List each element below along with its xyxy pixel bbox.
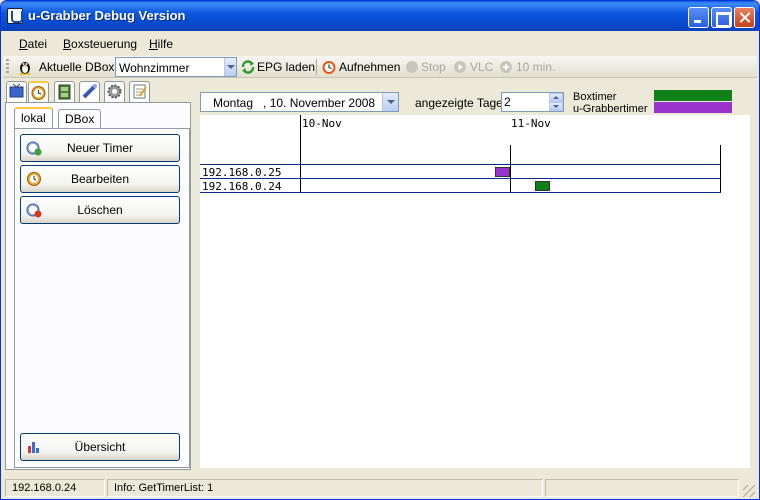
plus-icon [500, 61, 512, 73]
bar-chart-icon [28, 442, 39, 453]
local-timer-panel: Neuer Timer Bearbeiten Löschen Übersicht [14, 128, 190, 468]
day-header-10-nov: 10-Nov [302, 117, 342, 130]
timer-timeline[interactable]: 10-Nov 11-Nov 192.168.0.25 192.168.0.24 [200, 115, 750, 468]
toolbar-grip[interactable] [6, 59, 9, 75]
gear-icon [107, 84, 122, 99]
epg-load-button[interactable]: EPG laden [257, 60, 315, 74]
status-extra [545, 479, 739, 497]
days-shown-stepper[interactable]: 2 [501, 92, 564, 112]
legend-ugrabbertimer-label: u-Grabbertimer [573, 103, 648, 115]
stop-icon [406, 61, 418, 73]
chevron-down-icon[interactable] [224, 58, 236, 76]
edit-timer-button[interactable]: Bearbeiten [20, 165, 180, 193]
grid-line [720, 145, 721, 193]
vlc-button[interactable]: VLC [470, 60, 493, 74]
day-header-11-nov: 11-Nov [511, 117, 551, 130]
play-icon [454, 61, 466, 73]
dbox-select[interactable]: Wohnzimmer [115, 57, 237, 77]
stepper-up-icon[interactable] [549, 93, 563, 102]
title-bar[interactable]: u-Grabber Debug Version [1, 1, 759, 31]
alarm-clock-icon [31, 86, 46, 100]
linux-penguin-icon [19, 62, 31, 75]
legend-boxtimer-swatch [654, 90, 732, 101]
new-timer-icon [26, 141, 42, 156]
tab-timer[interactable] [28, 81, 49, 103]
edit-timer-icon [27, 172, 41, 186]
dbox-label: Aktuelle DBox: [39, 60, 118, 74]
resize-grip[interactable] [743, 485, 755, 497]
timer-panel: lokal DBox Neuer Timer Bearbeiten Lösche… [5, 102, 191, 470]
stepper-down-icon[interactable] [549, 102, 563, 111]
legend-boxtimer-label: Boxtimer [573, 91, 617, 103]
row-label-dbox-1: 192.168.0.25 [202, 166, 282, 179]
delete-timer-button[interactable]: Löschen [20, 196, 180, 224]
main-window: u-Grabber Debug Version Datei Boxsteueru… [0, 0, 760, 500]
refresh-icon [241, 60, 255, 74]
status-info: Info: GetTimerList: 1 [107, 479, 543, 497]
menu-boxsteuerung[interactable]: Boxsteuerung [63, 37, 137, 51]
box-timer-bar[interactable] [535, 181, 550, 191]
tab-settings[interactable] [104, 81, 125, 102]
tab-recordings[interactable] [54, 81, 75, 102]
satellite-icon [82, 84, 97, 99]
delete-timer-icon [26, 203, 42, 218]
app-icon [7, 8, 23, 24]
menu-bar: Datei Boxsteuerung Hilfe [1, 32, 759, 54]
dbox-select-value: Wohnzimmer [119, 61, 190, 75]
grid-line [300, 115, 301, 193]
ugrabber-timer-bar[interactable] [495, 167, 510, 177]
stop-button[interactable]: Stop [421, 60, 446, 74]
stepper-buttons [549, 93, 563, 111]
tab-notes[interactable] [129, 81, 150, 102]
tv-icon [9, 83, 24, 98]
notepad-icon [133, 84, 147, 99]
record-button[interactable]: Aufnehmen [339, 60, 400, 74]
menu-datei[interactable]: Datei [19, 37, 47, 51]
close-button[interactable] [734, 7, 755, 28]
toolbar: Aktuelle DBox: Wohnzimmer EPG laden Aufn… [3, 56, 757, 78]
tab-dbox[interactable]: DBox [58, 109, 102, 129]
legend-ugrabbertimer-swatch [654, 102, 732, 113]
ten-minutes-button[interactable]: 10 min. [516, 60, 555, 74]
date-picker[interactable]: Montag , 10. November 2008 [200, 92, 399, 112]
record-clock-icon [322, 61, 336, 74]
tab-satellite[interactable] [79, 81, 100, 102]
grid-line [510, 145, 511, 193]
minimize-button[interactable] [688, 7, 709, 28]
toolbar-separator [316, 59, 317, 75]
days-shown-value: 2 [504, 95, 511, 109]
days-shown-label: angezeigte Tage: [415, 96, 507, 110]
menu-hilfe[interactable]: Hilfe [149, 37, 173, 51]
chevron-down-icon[interactable] [382, 93, 398, 111]
window-title: u-Grabber Debug Version [28, 8, 186, 23]
film-icon [58, 84, 71, 100]
status-ip: 192.168.0.24 [5, 479, 105, 497]
row-divider [200, 164, 721, 165]
overview-button[interactable]: Übersicht [20, 433, 180, 461]
maximize-button[interactable] [711, 7, 732, 28]
date-value: Montag , 10. November 2008 [213, 96, 376, 110]
row-label-dbox-2: 192.168.0.24 [202, 180, 282, 193]
tab-lokal[interactable]: lokal [14, 107, 53, 129]
new-timer-button[interactable]: Neuer Timer [20, 134, 180, 162]
tab-tv[interactable] [6, 81, 27, 102]
status-bar: 192.168.0.24 Info: GetTimerList: 1 [1, 475, 759, 499]
